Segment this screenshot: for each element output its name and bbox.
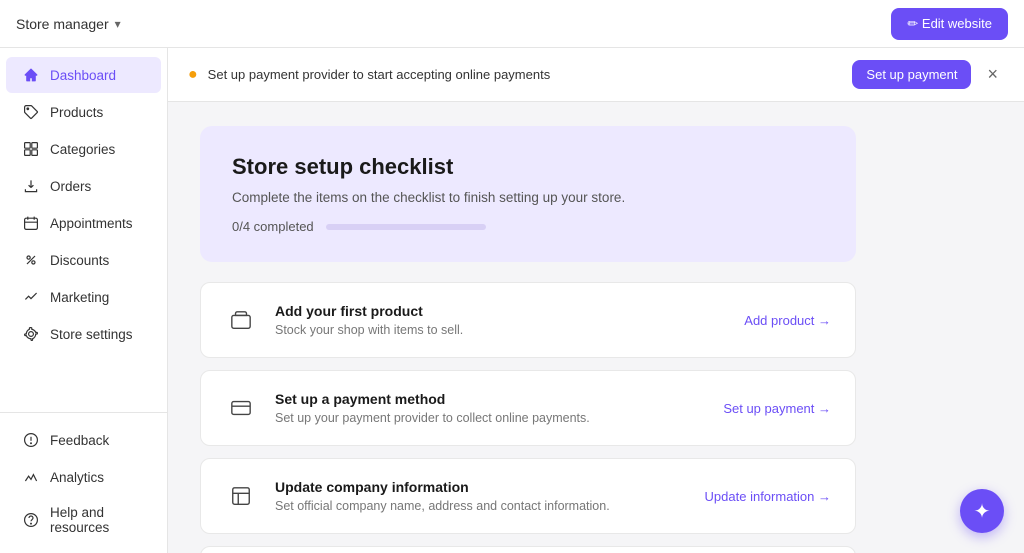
- progress-bar-background: [326, 224, 486, 230]
- gear-icon: [22, 325, 40, 343]
- home-icon: [22, 66, 40, 84]
- task-company-info: Update company information Set official …: [200, 458, 856, 534]
- download-icon: [22, 177, 40, 195]
- task-payment-method: Set up a payment method Set up your paym…: [200, 370, 856, 446]
- add-product-action[interactable]: Add product →: [744, 313, 831, 328]
- sidebar: Dashboard Products Categories Orders: [0, 48, 168, 553]
- sidebar-label-marketing: Marketing: [50, 290, 109, 305]
- topbar: Store manager ▾ ✏ Edit website: [0, 0, 1024, 48]
- sidebar-item-dashboard[interactable]: Dashboard: [6, 57, 161, 93]
- sidebar-item-appointments[interactable]: Appointments: [6, 205, 161, 241]
- sidebar-item-orders[interactable]: Orders: [6, 168, 161, 204]
- discount-icon: [22, 251, 40, 269]
- tag-icon: [22, 103, 40, 121]
- task-info-add-product: Add your first product Stock your shop w…: [275, 303, 726, 337]
- sidebar-label-categories: Categories: [50, 142, 115, 157]
- progress-row: 0/4 completed: [232, 219, 824, 234]
- sidebar-item-store-settings[interactable]: Store settings: [6, 316, 161, 352]
- help-icon: [22, 511, 40, 529]
- sidebar-label-store-settings: Store settings: [50, 327, 133, 342]
- sidebar-label-products: Products: [50, 105, 103, 120]
- grid-icon: [22, 140, 40, 158]
- sidebar-label-help: Help and resources: [50, 505, 145, 535]
- edit-website-button[interactable]: ✏ Edit website: [891, 8, 1008, 40]
- task-desc-add-product: Stock your shop with items to sell.: [275, 323, 726, 337]
- task-info-company: Update company information Set official …: [275, 479, 687, 513]
- sidebar-item-feedback[interactable]: Feedback: [6, 422, 161, 458]
- sidebar-label-discounts: Discounts: [50, 253, 109, 268]
- task-title-add-product: Add your first product: [275, 303, 726, 319]
- task-desc-company: Set official company name, address and c…: [275, 499, 687, 513]
- sidebar-bottom: Feedback Analytics Help and resources: [0, 412, 167, 545]
- notification-text: Set up payment provider to start accepti…: [208, 67, 843, 82]
- task-add-product: Add your first product Stock your shop w…: [200, 282, 856, 358]
- task-title-company: Update company information: [275, 479, 687, 495]
- task-shipping: Review shipping options Choose where you…: [200, 546, 856, 553]
- update-info-action[interactable]: Update information →: [705, 489, 831, 504]
- store-name: Store manager: [16, 16, 109, 32]
- calendar-icon: [22, 214, 40, 232]
- sidebar-item-categories[interactable]: Categories: [6, 131, 161, 167]
- notification-banner: ● Set up payment provider to start accep…: [168, 48, 1024, 102]
- sidebar-label-appointments: Appointments: [50, 216, 133, 231]
- task-desc-payment: Set up your payment provider to collect …: [275, 411, 705, 425]
- warning-icon: ●: [188, 66, 198, 84]
- sidebar-label-feedback: Feedback: [50, 433, 109, 448]
- sidebar-item-marketing[interactable]: Marketing: [6, 279, 161, 315]
- content-area: Store setup checklist Complete the items…: [168, 102, 888, 553]
- task-title-payment: Set up a payment method: [275, 391, 705, 407]
- checklist-title: Store setup checklist: [232, 154, 824, 180]
- main-content: ● Set up payment provider to start accep…: [168, 48, 1024, 553]
- progress-label: 0/4 completed: [232, 219, 314, 234]
- sidebar-item-discounts[interactable]: Discounts: [6, 242, 161, 278]
- company-info-icon: [225, 480, 257, 512]
- sidebar-item-help[interactable]: Help and resources: [6, 496, 161, 544]
- store-manager-menu[interactable]: Store manager ▾: [16, 16, 121, 32]
- add-product-icon: [225, 304, 257, 336]
- feedback-icon: [22, 431, 40, 449]
- setup-payment-action[interactable]: Set up payment →: [723, 401, 831, 416]
- trending-icon: [22, 288, 40, 306]
- sidebar-item-products[interactable]: Products: [6, 94, 161, 130]
- analytics-icon: [22, 468, 40, 486]
- checklist-description: Complete the items on the checklist to f…: [232, 190, 824, 205]
- fab-icon: ✦: [974, 499, 991, 524]
- sidebar-main: Dashboard Products Categories Orders: [0, 56, 167, 412]
- floating-action-button[interactable]: ✦: [960, 489, 1004, 533]
- banner-setup-payment-button[interactable]: Set up payment: [852, 60, 971, 89]
- sidebar-label-analytics: Analytics: [50, 470, 104, 485]
- sidebar-item-analytics[interactable]: Analytics: [6, 459, 161, 495]
- main-layout: Dashboard Products Categories Orders: [0, 48, 1024, 553]
- task-info-payment: Set up a payment method Set up your paym…: [275, 391, 705, 425]
- payment-method-icon: [225, 392, 257, 424]
- sidebar-label-dashboard: Dashboard: [50, 68, 116, 83]
- chevron-down-icon: ▾: [115, 17, 121, 31]
- banner-close-button[interactable]: ×: [981, 62, 1004, 87]
- checklist-card: Store setup checklist Complete the items…: [200, 126, 856, 262]
- sidebar-label-orders: Orders: [50, 179, 91, 194]
